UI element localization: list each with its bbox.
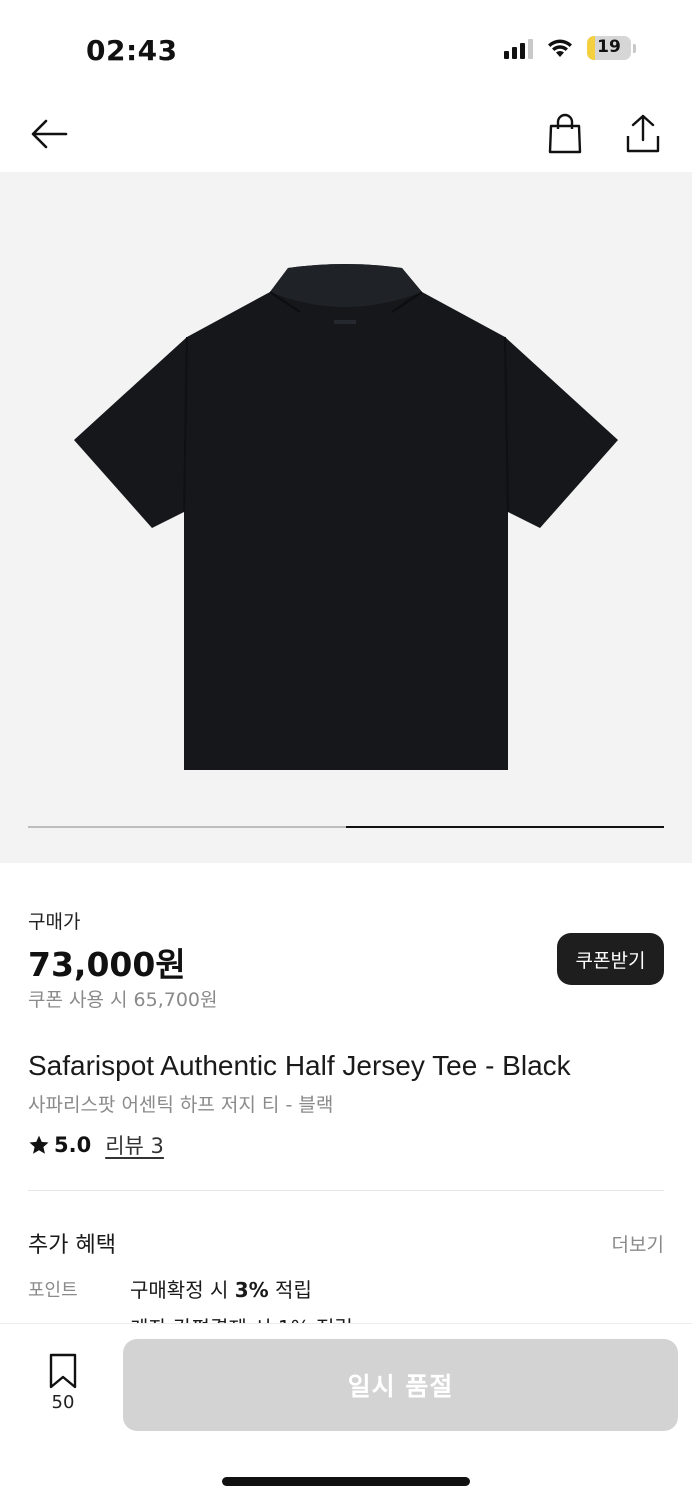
point-label: 포인트 (28, 1280, 78, 1301)
home-indicator (222, 1477, 470, 1486)
status-time: 02:43 (86, 34, 178, 67)
star-icon (29, 1135, 49, 1154)
benefits-more-link[interactable]: 더보기 (612, 1230, 664, 1257)
bottom-action-bar: 50 일시 품절 (0, 1323, 692, 1500)
rating-value: 5.0 (54, 1133, 92, 1157)
point-benefit-line: 구매확정 시 3% 적립 (130, 1274, 312, 1303)
shopping-bag-icon[interactable] (544, 112, 586, 156)
product-image-gallery[interactable] (0, 172, 692, 863)
bookmark-count: 50 (51, 1392, 75, 1413)
coupon-price: 쿠폰 사용 시 65,700원 (28, 989, 218, 1011)
point-benefit-rate: 3% (234, 1278, 269, 1302)
sold-out-button[interactable]: 일시 품절 (123, 1339, 678, 1431)
product-title-ko: 사파리스팟 어센틱 하프 저지 티 - 블랙 (28, 1094, 334, 1116)
bookmark-button[interactable]: 50 (40, 1352, 86, 1413)
wifi-icon (548, 39, 572, 57)
price-amount: 73,000원 (28, 945, 186, 984)
status-bar: 02:43 19 (0, 0, 692, 100)
battery-icon: 19 (587, 36, 636, 60)
product-image (74, 264, 618, 770)
point-benefit-prefix: 구매확정 시 (130, 1278, 235, 1302)
gallery-page-indicator (28, 826, 664, 828)
rating-row: 5.0 리뷰 3 (28, 1130, 164, 1160)
product-title-en: Safarispot Authentic Half Jersey Tee - B… (28, 1050, 571, 1081)
review-link[interactable]: 리뷰 3 (105, 1130, 164, 1160)
share-icon[interactable] (622, 112, 664, 156)
battery-level: 19 (597, 37, 621, 57)
status-icons: 19 (504, 36, 636, 60)
get-coupon-button[interactable]: 쿠폰받기 (557, 933, 664, 985)
cellular-signal-icon (504, 37, 533, 59)
gallery-indicator-thumb (346, 826, 664, 828)
point-benefit-suffix: 적립 (268, 1278, 312, 1302)
back-arrow-icon[interactable] (28, 114, 72, 154)
divider (28, 1190, 664, 1191)
price-label: 구매가 (28, 911, 81, 933)
benefits-title: 추가 혜택 (28, 1233, 116, 1258)
bookmark-icon (49, 1353, 77, 1389)
nav-bar (0, 100, 692, 172)
